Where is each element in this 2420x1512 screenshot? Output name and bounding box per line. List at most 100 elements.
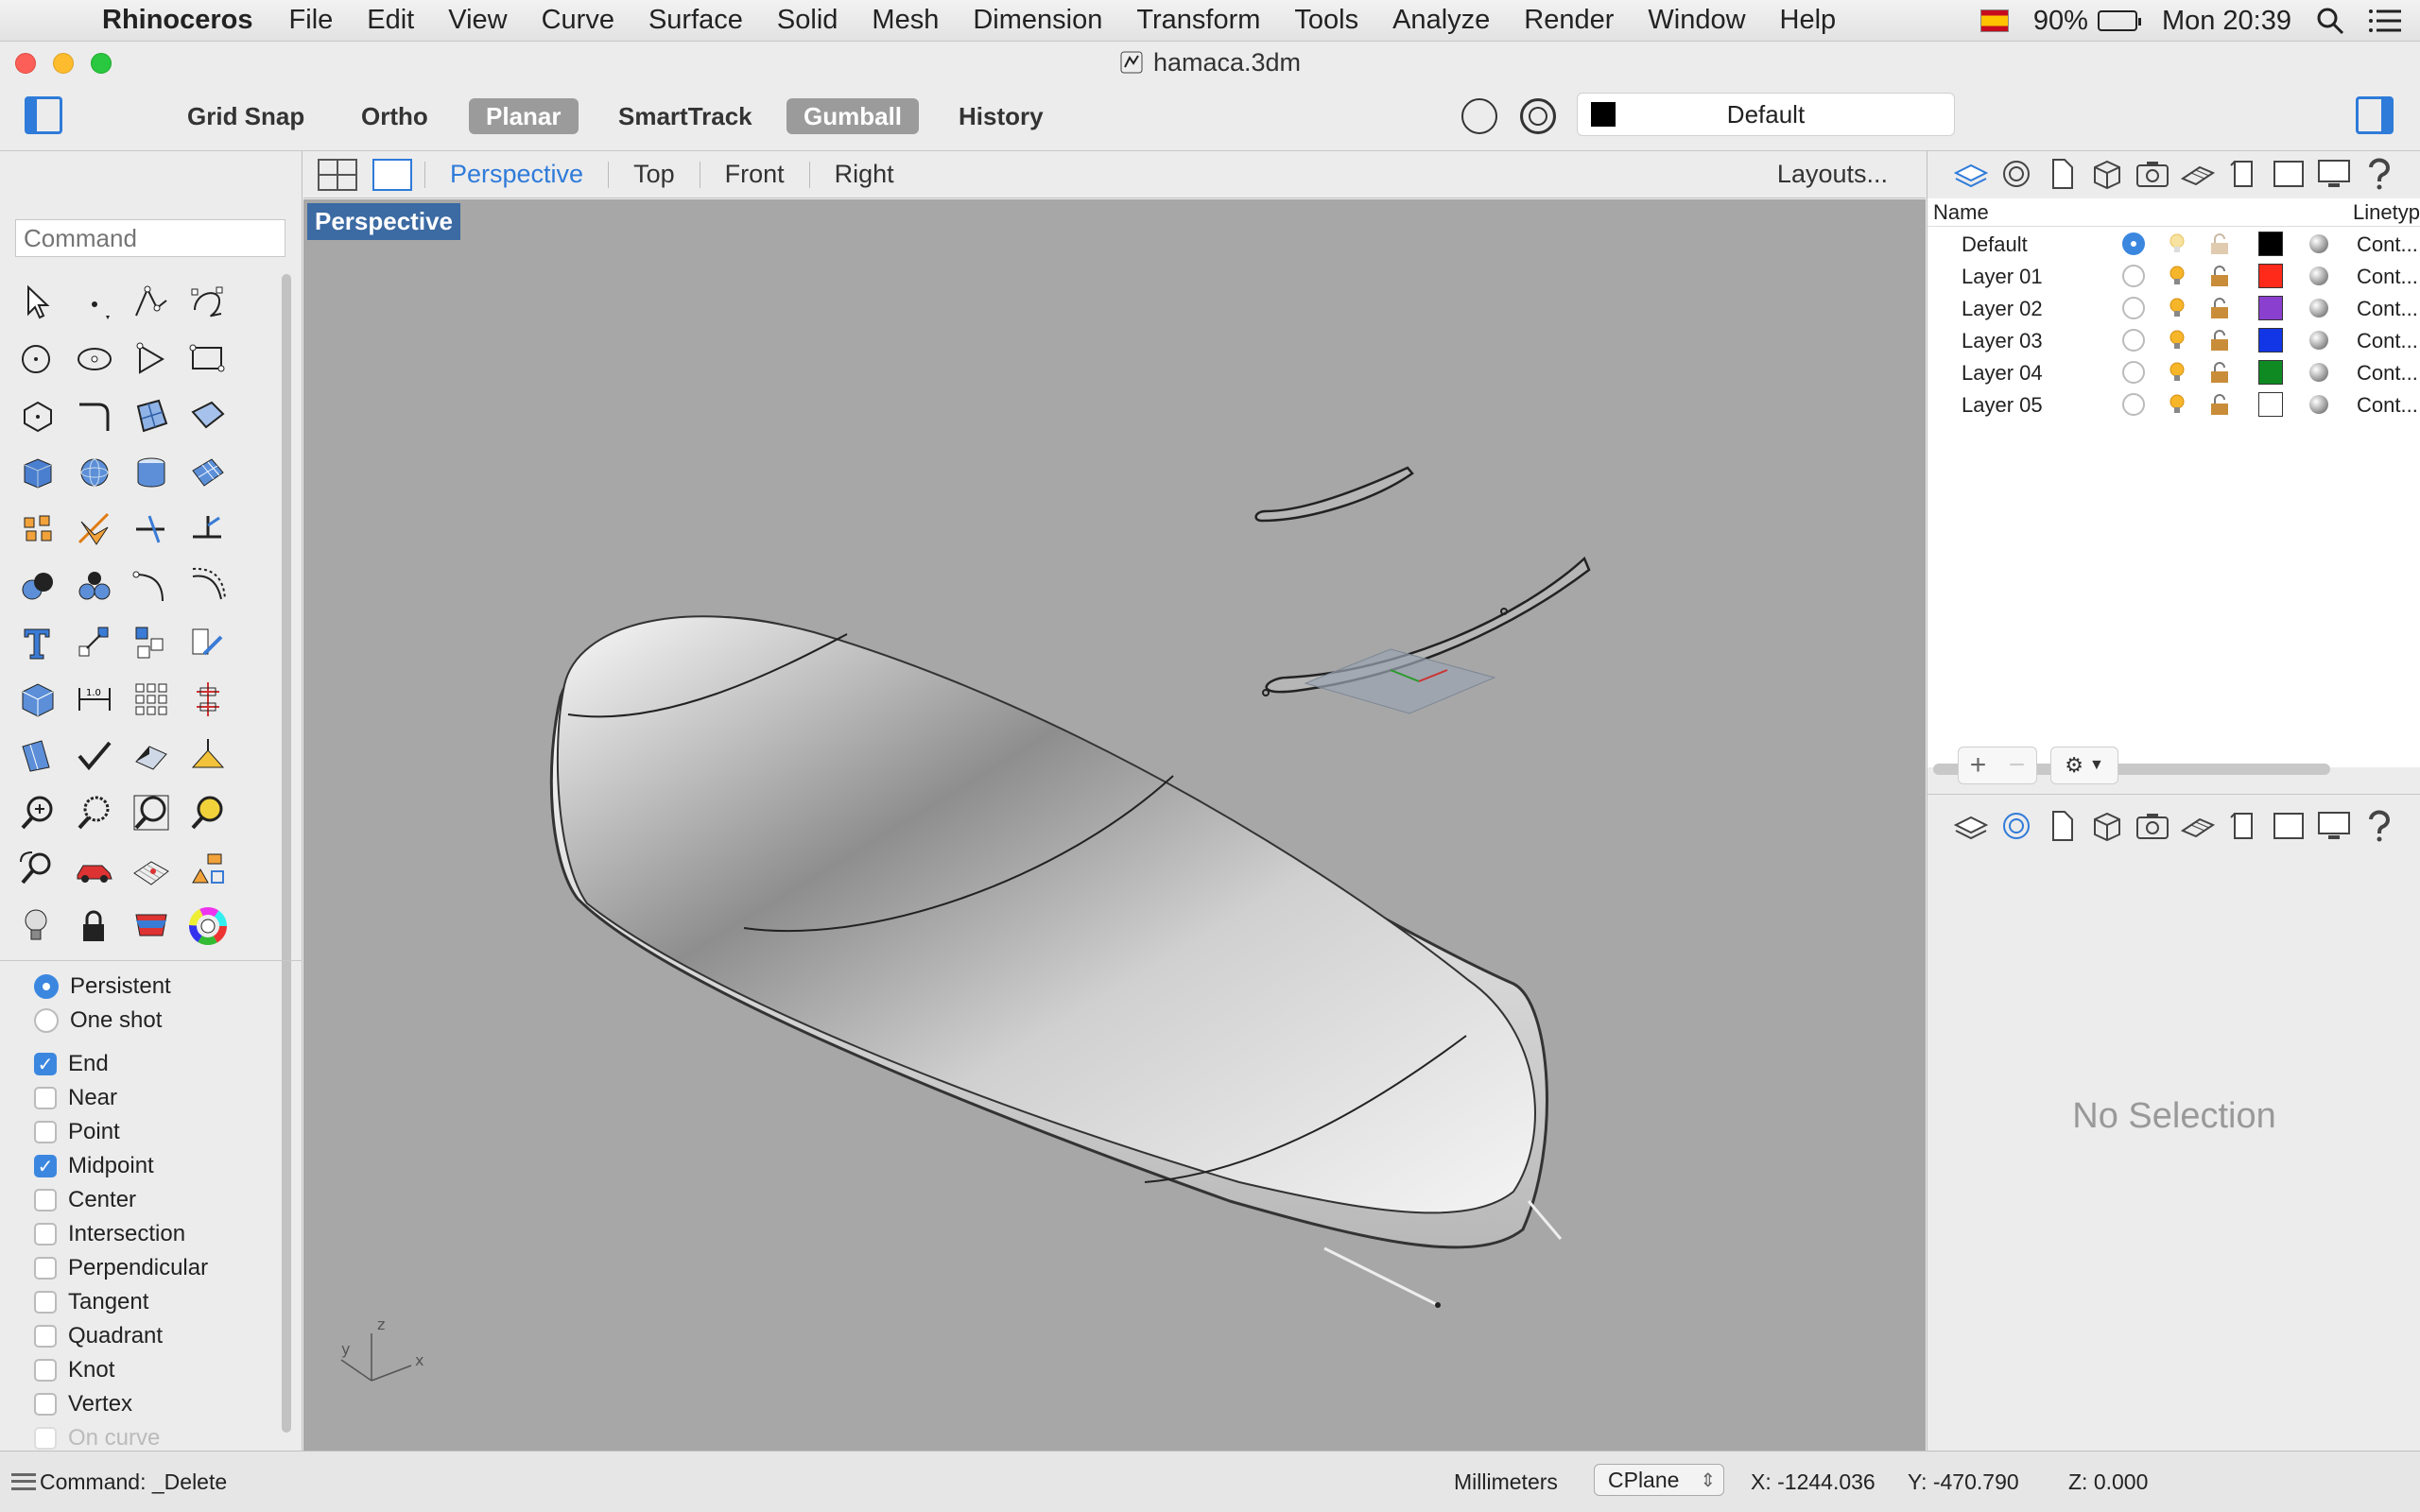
current-layer-radio[interactable] [2122,265,2145,287]
planar-grid-icon[interactable] [123,841,180,898]
current-layer-radio[interactable] [2122,329,2145,352]
layer-row-01[interactable]: Layer 01 Cont... [1927,259,2420,291]
remove-layer-button[interactable]: − [2009,749,2026,782]
add-layer-button[interactable]: + [1970,749,1987,782]
layer-lock-icon[interactable] [2209,265,2230,287]
near-checkbox[interactable] [34,1087,57,1109]
layer-row-05[interactable]: Layer 05 Cont... [1927,387,2420,420]
column-name[interactable]: Name [1933,200,1989,225]
viewport-tab-icon[interactable] [2270,155,2308,193]
layer-row-03[interactable]: Layer 03 Cont... [1927,323,2420,355]
osnap-intersection[interactable]: Intersection [34,1217,208,1251]
object-tab-icon[interactable] [2088,807,2126,845]
layouts-tab-icon[interactable] [2224,155,2262,193]
draft-angle-icon[interactable] [180,728,236,784]
layer-lock-icon[interactable] [2209,361,2230,384]
layer-lock-icon[interactable] [2209,297,2230,319]
current-layer-radio[interactable] [2122,297,2145,319]
layer-material-icon[interactable] [2309,395,2328,414]
materials-tool-icon[interactable] [123,898,180,954]
surface-from-curves-icon[interactable] [123,387,180,444]
osnap-knot[interactable]: Knot [34,1353,208,1387]
osnap-point[interactable]: Point [34,1115,208,1149]
layer-material-icon[interactable] [2309,234,2328,253]
document-tab-icon[interactable] [2043,155,2081,193]
named-views-tab-icon[interactable] [2134,155,2171,193]
gumball-settings-icon[interactable] [1461,98,1497,134]
viewport-tab-icon[interactable] [2270,807,2308,845]
knot-checkbox[interactable] [34,1359,57,1382]
menu-mesh[interactable]: Mesh [855,5,956,36]
tab-front[interactable]: Front [700,160,810,188]
polyline-tool-icon[interactable] [123,274,180,331]
dimension-tool-icon[interactable]: 1.0 [66,671,123,728]
layer-material-icon[interactable] [2309,266,2328,285]
layers-tab-icon[interactable] [1952,155,1990,193]
profile-curve-small[interactable] [1254,466,1414,523]
array-grid-icon[interactable] [123,671,180,728]
layer-lock-icon[interactable] [2209,393,2230,416]
split-tool-icon[interactable] [123,501,180,558]
gumball-align-icon[interactable] [180,671,236,728]
osnap-mode-persistent[interactable]: Persistent [34,970,208,1004]
properties-tab-icon[interactable] [1997,155,2035,193]
layer-visible-bulb-icon[interactable] [2168,265,2187,287]
osnap-scrollbar[interactable] [282,970,291,1433]
ellipse-tool-icon[interactable] [66,331,123,387]
menu-surface[interactable]: Surface [631,5,760,36]
menu-file[interactable]: File [272,5,351,36]
layer-visible-bulb-icon[interactable] [2168,232,2187,255]
osnap-perpendicular[interactable]: Perpendicular [34,1251,208,1285]
light-bulb-icon[interactable] [9,898,66,954]
menu-window[interactable]: Window [1631,5,1762,36]
solid-edit-icon[interactable] [9,671,66,728]
layer-options-button[interactable]: ⚙ ▼ [2050,747,2118,784]
osnap-midpoint[interactable]: ✓ Midpoint [34,1149,208,1183]
layer-row-04[interactable]: Layer 04 Cont... [1927,355,2420,387]
analyze-tool-icon[interactable] [123,728,180,784]
boolean-split-icon[interactable] [66,558,123,614]
tab-perspective[interactable]: Perspective [425,160,610,188]
layer-material-icon[interactable] [2309,331,2328,350]
mesh-tool-icon[interactable] [180,444,236,501]
tab-top[interactable]: Top [609,160,700,188]
boolean-union-icon[interactable] [9,558,66,614]
rectangle-tool-icon[interactable] [180,331,236,387]
osnap-target-icon[interactable] [1520,98,1556,134]
end-checkbox[interactable]: ✓ [34,1053,57,1075]
offset-curve-icon[interactable] [180,558,236,614]
color-wheel-icon[interactable] [180,898,236,954]
point-tool-icon[interactable] [66,274,123,331]
single-viewport-icon[interactable] [372,158,413,192]
menu-curve[interactable]: Curve [525,5,631,36]
document-tab-icon[interactable] [2043,807,2081,845]
display-tab-icon[interactable] [2315,807,2353,845]
curve-tool-icon[interactable] [180,274,236,331]
blend-curve-icon[interactable] [123,558,180,614]
midpoint-checkbox[interactable]: ✓ [34,1155,57,1177]
help-tab-icon[interactable] [2360,807,2398,845]
zoom-selected-icon[interactable] [180,784,236,841]
current-layer-radio[interactable] [2122,232,2145,255]
menu-view[interactable]: View [431,5,524,36]
current-layer-dropdown[interactable]: Default [1577,93,1955,136]
osnap-near[interactable]: Near [34,1081,208,1115]
check-tool-icon[interactable] [66,728,123,784]
tab-right[interactable]: Right [810,160,919,188]
column-linetype[interactable]: Linetyp [2353,200,2420,225]
object-tab-icon[interactable] [2088,155,2126,193]
menu-render[interactable]: Render [1507,5,1631,36]
menu-edit[interactable]: Edit [350,5,431,36]
fillet-curve-tool-icon[interactable] [66,387,123,444]
trim-tool-icon[interactable] [66,501,123,558]
layer-material-icon[interactable] [2309,299,2328,318]
osnap-tangent[interactable]: Tangent [34,1285,208,1319]
zoom-extents-icon[interactable] [123,784,180,841]
select-tool-icon[interactable] [9,274,66,331]
layouts-tab-icon[interactable] [2224,807,2262,845]
layer-color-swatch[interactable] [2258,360,2283,385]
text-tool-icon[interactable] [9,614,66,671]
vertex-checkbox[interactable] [34,1393,57,1416]
render-car-icon[interactable] [66,841,123,898]
polygon-tool-icon[interactable] [9,387,66,444]
